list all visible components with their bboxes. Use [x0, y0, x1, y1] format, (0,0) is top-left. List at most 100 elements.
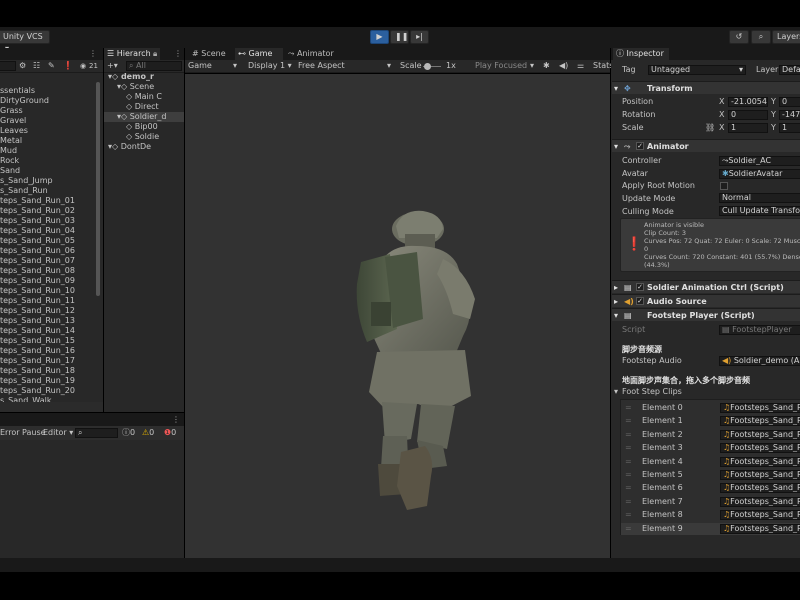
foot-step-clip-element[interactable]: = Element 6 ♫Footsteps_Sand_Run [621, 482, 800, 494]
drag-handle-icon[interactable]: = [625, 430, 632, 440]
tag-dropdown[interactable]: Untagged ▾ [648, 65, 746, 75]
warning-count-toggle[interactable]: ⚠0 [142, 428, 154, 438]
audio-clip-field[interactable]: ♫Footsteps_Sand_Run [720, 496, 800, 507]
hierarchy-item[interactable]: ▾◇ Scene [104, 82, 184, 92]
position-x-field[interactable]: -21.0054 [728, 97, 768, 107]
hierarchy-item[interactable]: ◇ Direct [104, 102, 184, 112]
project-asset-item[interactable]: teps_Sand_Run_12 [0, 306, 96, 316]
hierarchy-item[interactable]: ◇ Main C [104, 92, 184, 102]
scale-y-field[interactable]: 1 [779, 123, 800, 133]
project-asset-item[interactable]: Leaves [0, 126, 96, 136]
tab-inspector[interactable]: ⓘ Inspector [613, 48, 669, 60]
project-asset-item[interactable]: teps_Sand_Run_17 [0, 356, 96, 366]
hierarchy-item[interactable]: ◇ Soldie [104, 132, 184, 142]
project-asset-item[interactable]: teps_Sand_Run_14 [0, 326, 96, 336]
audio-clip-field[interactable]: ♫Footsteps_Sand_Run [720, 403, 800, 413]
filter-type-icon[interactable]: ⚙ [19, 61, 26, 71]
drag-handle-icon[interactable]: = [625, 483, 632, 493]
more-options-icon[interactable]: ⋮ [172, 415, 180, 425]
project-asset-item[interactable]: Gravel [0, 116, 96, 126]
hierarchy-item[interactable]: ▾◇ DontDe [104, 142, 184, 152]
visibility-icon[interactable]: ◉ [80, 61, 86, 71]
project-asset-item[interactable]: s_Sand_Jump [0, 176, 96, 186]
drag-handle-icon[interactable]: = [625, 416, 632, 426]
console-search-input[interactable]: ⌕ [75, 428, 118, 438]
drag-handle-icon[interactable]: = [625, 403, 632, 413]
audio-source-enabled-checkbox[interactable]: ✓ [636, 297, 644, 305]
foot-step-clip-element[interactable]: = Element 8 ♫Footsteps_Sand_Run [621, 509, 800, 521]
culling-mode-dropdown[interactable]: Cull Update Transfor [719, 206, 800, 216]
foot-step-clip-element[interactable]: = Element 7 ♫Footsteps_Sand_Run [621, 496, 800, 508]
project-scrollbar[interactable] [96, 82, 100, 296]
project-asset-item[interactable]: DirtyGround [0, 96, 96, 106]
audio-clip-field[interactable]: ♫Footsteps_Sand_Run [720, 443, 800, 454]
scale-slider[interactable] [423, 63, 441, 70]
rotation-x-field[interactable]: 0 [728, 110, 768, 120]
scale-x-field[interactable]: 1 [728, 123, 768, 133]
project-asset-item[interactable]: teps_Sand_Run_18 [0, 366, 96, 376]
audio-clip-field[interactable]: ♫Footsteps_Sand_Run [720, 456, 800, 467]
apply-root-motion-checkbox[interactable] [720, 182, 728, 190]
layer-dropdown[interactable]: Defau [779, 65, 800, 75]
tab-hierarchy[interactable]: ☰ Hierarch [104, 48, 160, 60]
drag-handle-icon[interactable]: = [625, 524, 632, 534]
drag-handle-icon[interactable]: = [625, 470, 632, 480]
history-button[interactable]: ↺ [729, 30, 749, 44]
tag-icon[interactable]: ✎ [48, 61, 55, 71]
project-asset-item[interactable]: Grass [0, 106, 96, 116]
project-search-input[interactable] [0, 61, 16, 71]
audio-clip-field[interactable]: ♫Footsteps_Sand_Run [720, 483, 800, 494]
avatar-field[interactable]: ✱SoldierAvatar [719, 169, 800, 179]
play-focused-dropdown[interactable]: Play Focused [475, 61, 527, 71]
project-asset-item[interactable]: teps_Sand_Run_20 [0, 386, 96, 396]
project-asset-item[interactable]: teps_Sand_Run_06 [0, 246, 96, 256]
log-count-toggle[interactable]: ⓘ0 [122, 428, 135, 438]
project-asset-item[interactable]: Sand [0, 166, 96, 176]
animator-enabled-checkbox[interactable]: ✓ [636, 142, 644, 150]
more-options-icon[interactable]: ⋮ [174, 49, 182, 59]
hierarchy-item[interactable]: ◇ Bip00 [104, 122, 184, 132]
update-mode-dropdown[interactable]: Normal [719, 193, 800, 203]
display-dropdown[interactable]: Display 1 ▾ [248, 61, 292, 71]
bug-icon[interactable]: ✱ [543, 61, 550, 71]
hierarchy-item[interactable]: ▾◇ demo_r [104, 72, 184, 82]
scale-slider-handle[interactable] [424, 63, 431, 70]
project-asset-item[interactable]: teps_Sand_Run_11 [0, 296, 96, 306]
footstep-player-header[interactable]: ▾ ▤ Footstep Player (Script) [612, 308, 800, 321]
drag-handle-icon[interactable]: = [625, 497, 632, 507]
project-asset-item[interactable]: teps_Sand_Run_03 [0, 216, 96, 226]
project-asset-item[interactable]: teps_Sand_Run_04 [0, 226, 96, 236]
project-asset-item[interactable]: Metal [0, 136, 96, 146]
layers-dropdown[interactable]: Layers [772, 30, 800, 44]
project-asset-item[interactable]: teps_Sand_Run_13 [0, 316, 96, 326]
audio-clip-field[interactable]: ♫Footsteps_Sand_Run [720, 416, 800, 427]
project-asset-item[interactable]: Rock [0, 156, 96, 166]
filter-label-icon[interactable]: ☷ [33, 61, 40, 71]
play-button[interactable]: ▶ [370, 30, 389, 44]
foot-step-clip-element[interactable]: = Element 5 ♫Footsteps_Sand_Run [621, 469, 800, 481]
project-asset-item[interactable]: teps_Sand_Run_01 [0, 196, 96, 206]
foot-step-clip-element[interactable]: = Element 0 ♫Footsteps_Sand_Run [621, 402, 800, 414]
pause-button[interactable]: ❚❚ [390, 30, 409, 44]
soldier-animation-ctrl-header[interactable]: ▸ ▤ ✓ Soldier Animation Ctrl (Script) [612, 280, 800, 293]
drag-handle-icon[interactable]: = [625, 510, 632, 520]
search-button[interactable]: ⌕ [751, 30, 771, 44]
more-options-icon[interactable]: ⋮ [89, 49, 97, 59]
drag-handle-icon[interactable]: = [625, 443, 632, 453]
controller-field[interactable]: ⤳Soldier_AC [719, 156, 800, 166]
project-asset-item[interactable]: teps_Sand_Run_05 [0, 236, 96, 246]
project-asset-item[interactable]: teps_Sand_Run_02 [0, 206, 96, 216]
hierarchy-search-input[interactable]: ⌕ All [126, 61, 182, 71]
project-asset-item[interactable]: Mud [0, 146, 96, 156]
project-asset-item[interactable]: teps_Sand_Run_19 [0, 376, 96, 386]
audio-clip-field[interactable]: ♫Footsteps_Sand_Run [720, 429, 800, 440]
link-icon[interactable]: ⛓ [705, 123, 715, 133]
hierarchy-item[interactable]: ▾◇ Soldier_d [104, 112, 184, 122]
audio-source-header[interactable]: ▸ ◀) ✓ Audio Source [612, 294, 800, 307]
audio-clip-field[interactable]: ♫Footsteps_Sand_Run [720, 510, 800, 521]
rotation-y-field[interactable]: -147. [779, 110, 800, 120]
footstep-audio-field[interactable]: ◀) Soldier_demo (Audi [719, 356, 800, 366]
project-asset-item[interactable]: teps_Sand_Run_10 [0, 286, 96, 296]
mute-icon[interactable]: ◀) [559, 61, 568, 71]
tab-scene[interactable]: # Scene [189, 48, 233, 60]
